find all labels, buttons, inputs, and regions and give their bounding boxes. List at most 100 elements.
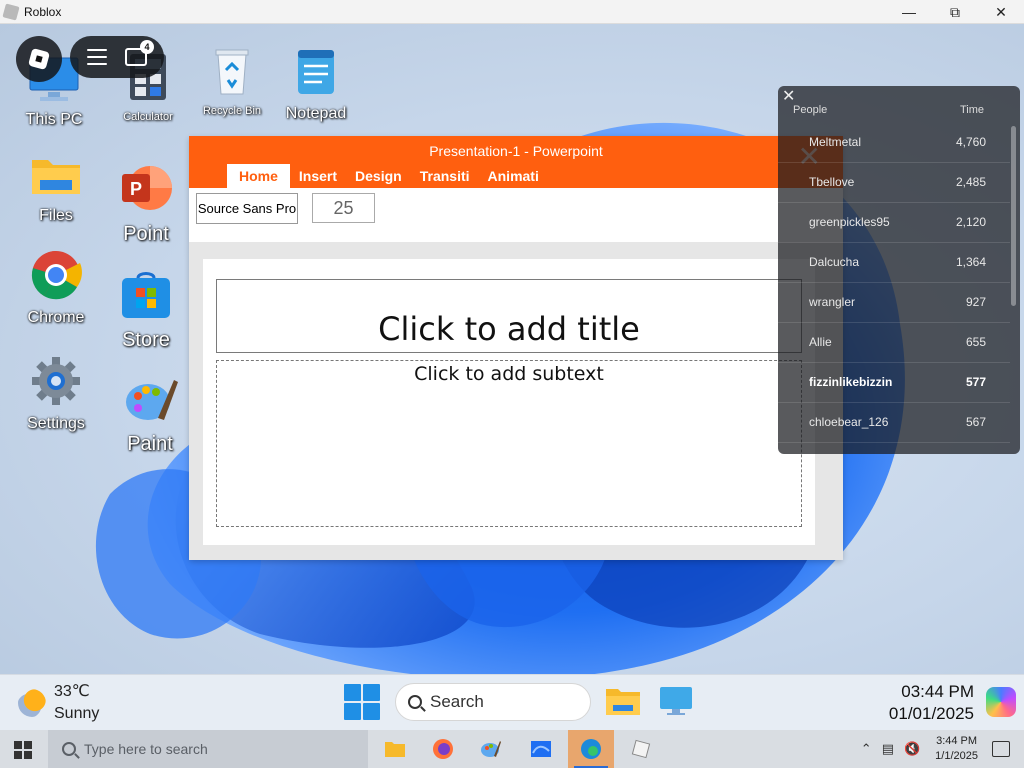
leaderboard-row[interactable]: greenpickles95 2,120 bbox=[778, 203, 1010, 243]
player-name: wrangler bbox=[809, 295, 856, 309]
windows-start-button[interactable] bbox=[14, 741, 32, 759]
font-family-selector[interactable]: Source Sans Pro bbox=[196, 193, 298, 224]
folder-icon bbox=[32, 160, 80, 194]
player-time: 567 bbox=[965, 415, 986, 429]
taskbar-roblox[interactable] bbox=[618, 730, 664, 768]
desktop-icon-recycle-bin[interactable]: Recycle Bin bbox=[192, 44, 272, 117]
paint-icon bbox=[126, 380, 178, 420]
leaderboard-panel: ✕ People Time Meltmetal 4,760 Tbellove 2,4… bbox=[778, 86, 1020, 454]
chevron-up-icon[interactable]: ⌃ bbox=[861, 741, 872, 757]
leaderboard-header: People Time bbox=[778, 104, 1020, 122]
leaderboard-row-current-player[interactable]: fizzinlikebizzin 577 bbox=[778, 363, 1010, 403]
desktop-icon-label: Notepad bbox=[285, 105, 347, 122]
leaderboard-row[interactable]: Meltmetal 4,760 bbox=[778, 123, 1010, 163]
tab-transitions[interactable]: Transiti bbox=[411, 164, 479, 188]
roblox-title-bar: Roblox — ⧉ ✕ bbox=[0, 0, 1024, 24]
search-icon bbox=[62, 742, 76, 756]
leaderboard-scrollbar[interactable] bbox=[1011, 126, 1016, 306]
desktop-icon-label: Point bbox=[123, 223, 169, 245]
weather-widget[interactable]: 33℃ Sunny bbox=[18, 681, 99, 725]
ppt-title: Presentation-1 - Powerpoint bbox=[429, 143, 603, 159]
volume-muted-icon[interactable]: 🔇 bbox=[904, 741, 920, 757]
desktop-icon-label: Store bbox=[122, 329, 170, 351]
leaderboard-row[interactable]: Allie 655 bbox=[778, 323, 1010, 363]
search-icon bbox=[408, 695, 422, 709]
notepad-icon bbox=[298, 50, 334, 94]
start-button[interactable] bbox=[344, 684, 380, 720]
taskbar-file-explorer[interactable] bbox=[372, 730, 418, 768]
windows-search-box[interactable]: Type here to search bbox=[48, 730, 368, 768]
firefox-icon bbox=[433, 739, 453, 759]
player-name: Tbellove bbox=[809, 175, 855, 189]
desktop-icon-files[interactable]: Files bbox=[16, 150, 96, 225]
partly-sunny-icon bbox=[18, 689, 46, 717]
roblox-menu-button[interactable] bbox=[16, 36, 62, 82]
chrome-icon bbox=[31, 250, 82, 300]
close-icon: ✕ bbox=[995, 3, 1007, 20]
recycle-bin-icon bbox=[215, 49, 249, 95]
outer-taskbar: Type here to search ⌃ ▤ 🔇 3:44 PM 1/1/20… bbox=[0, 730, 1024, 768]
weather-condition: Sunny bbox=[54, 705, 100, 722]
minimize-button[interactable]: — bbox=[886, 0, 932, 24]
file-explorer-icon bbox=[385, 742, 405, 757]
maximize-button[interactable]: ⧉ bbox=[932, 0, 978, 24]
tab-animations[interactable]: Animati bbox=[479, 164, 548, 188]
slide-title-placeholder[interactable]: Click to add title bbox=[216, 279, 802, 353]
monitor-app-icon[interactable] bbox=[658, 685, 694, 717]
search-label: Search bbox=[430, 692, 484, 711]
leaderboard-row[interactable]: Dalcucha 1,364 bbox=[778, 243, 1010, 283]
desktop-icon-label: Settings bbox=[27, 415, 85, 432]
slide-subtext-placeholder[interactable]: Click to add subtext bbox=[216, 360, 802, 527]
copilot-icon[interactable] bbox=[986, 687, 1016, 717]
gear-icon bbox=[32, 357, 80, 405]
chat-icon[interactable]: 4 bbox=[125, 40, 154, 66]
windows-logo-icon bbox=[344, 684, 361, 701]
tab-home[interactable]: Home bbox=[227, 164, 290, 188]
close-button[interactable]: ✕ bbox=[978, 0, 1024, 24]
leaderboard-header-people: People bbox=[793, 104, 828, 116]
desktop-icon-paint[interactable]: Paint bbox=[110, 372, 190, 456]
minimize-icon: — bbox=[902, 4, 916, 20]
player-name: chloebear_126 bbox=[809, 415, 889, 429]
roblox-app-icon bbox=[2, 2, 20, 21]
desktop-icon-point[interactable]: P Point bbox=[106, 162, 186, 246]
edge-icon bbox=[581, 739, 601, 759]
taskbar-search-box[interactable]: Search bbox=[395, 683, 591, 721]
weather-temperature: 33℃ bbox=[54, 683, 90, 700]
notification-icon[interactable] bbox=[992, 741, 1010, 757]
desktop-icon-label: Files bbox=[39, 207, 73, 224]
player-time: 577 bbox=[965, 375, 986, 389]
desktop-icon-label: Paint bbox=[127, 433, 173, 455]
inner-clock[interactable]: 03:44 PM 01/01/2025 bbox=[889, 681, 974, 725]
system-tray: ⌃ ▤ 🔇 3:44 PM 1/1/2025 bbox=[856, 730, 1024, 768]
player-name: fizzinlikebizzin bbox=[809, 375, 893, 389]
roblox-icon bbox=[631, 739, 651, 759]
font-size-input[interactable]: 25 bbox=[312, 193, 375, 223]
hamburger-menu-icon[interactable] bbox=[87, 49, 107, 65]
desktop-icon-store[interactable]: Store bbox=[106, 268, 186, 352]
tab-design[interactable]: Design bbox=[346, 164, 411, 188]
leaderboard-row[interactable]: wrangler 927 bbox=[778, 283, 1010, 323]
taskbar-paint[interactable] bbox=[468, 730, 514, 768]
player-time: 1,364 bbox=[955, 255, 986, 269]
taskbar-bloom[interactable] bbox=[518, 730, 564, 768]
player-time: 4,760 bbox=[955, 135, 986, 149]
file-explorer-icon[interactable] bbox=[605, 685, 641, 717]
leaderboard-row[interactable]: Tbellove 2,485 bbox=[778, 163, 1010, 203]
outer-clock[interactable]: 3:44 PM 1/1/2025 bbox=[935, 734, 978, 764]
leaderboard-row[interactable]: chloebear_126 567 bbox=[778, 403, 1010, 443]
taskbar-firefox[interactable] bbox=[420, 730, 466, 768]
desktop-icon-chrome[interactable]: Chrome bbox=[16, 248, 96, 327]
desktop-icon-notepad[interactable]: Notepad bbox=[276, 44, 356, 123]
slide: Click to add title Click to add subtext bbox=[203, 259, 815, 545]
leaderboard-header-time: Time bbox=[959, 104, 984, 116]
taskbar-edge[interactable] bbox=[568, 730, 614, 768]
ppt-canvas: Click to add title Click to add subtext bbox=[189, 242, 843, 560]
tab-insert[interactable]: Insert bbox=[290, 164, 346, 188]
desktop-icon-settings[interactable]: Settings bbox=[16, 354, 96, 433]
ppt-header: Presentation-1 - Powerpoint ✕ Home Inser… bbox=[189, 136, 843, 188]
leaderboard-close-icon[interactable]: ✕ bbox=[782, 86, 795, 106]
desktop-icon-label: Recycle Bin bbox=[202, 105, 262, 117]
ppt-tab-bar: Home Insert Design Transiti Animati bbox=[227, 164, 548, 188]
network-icon[interactable]: ▤ bbox=[882, 741, 894, 757]
